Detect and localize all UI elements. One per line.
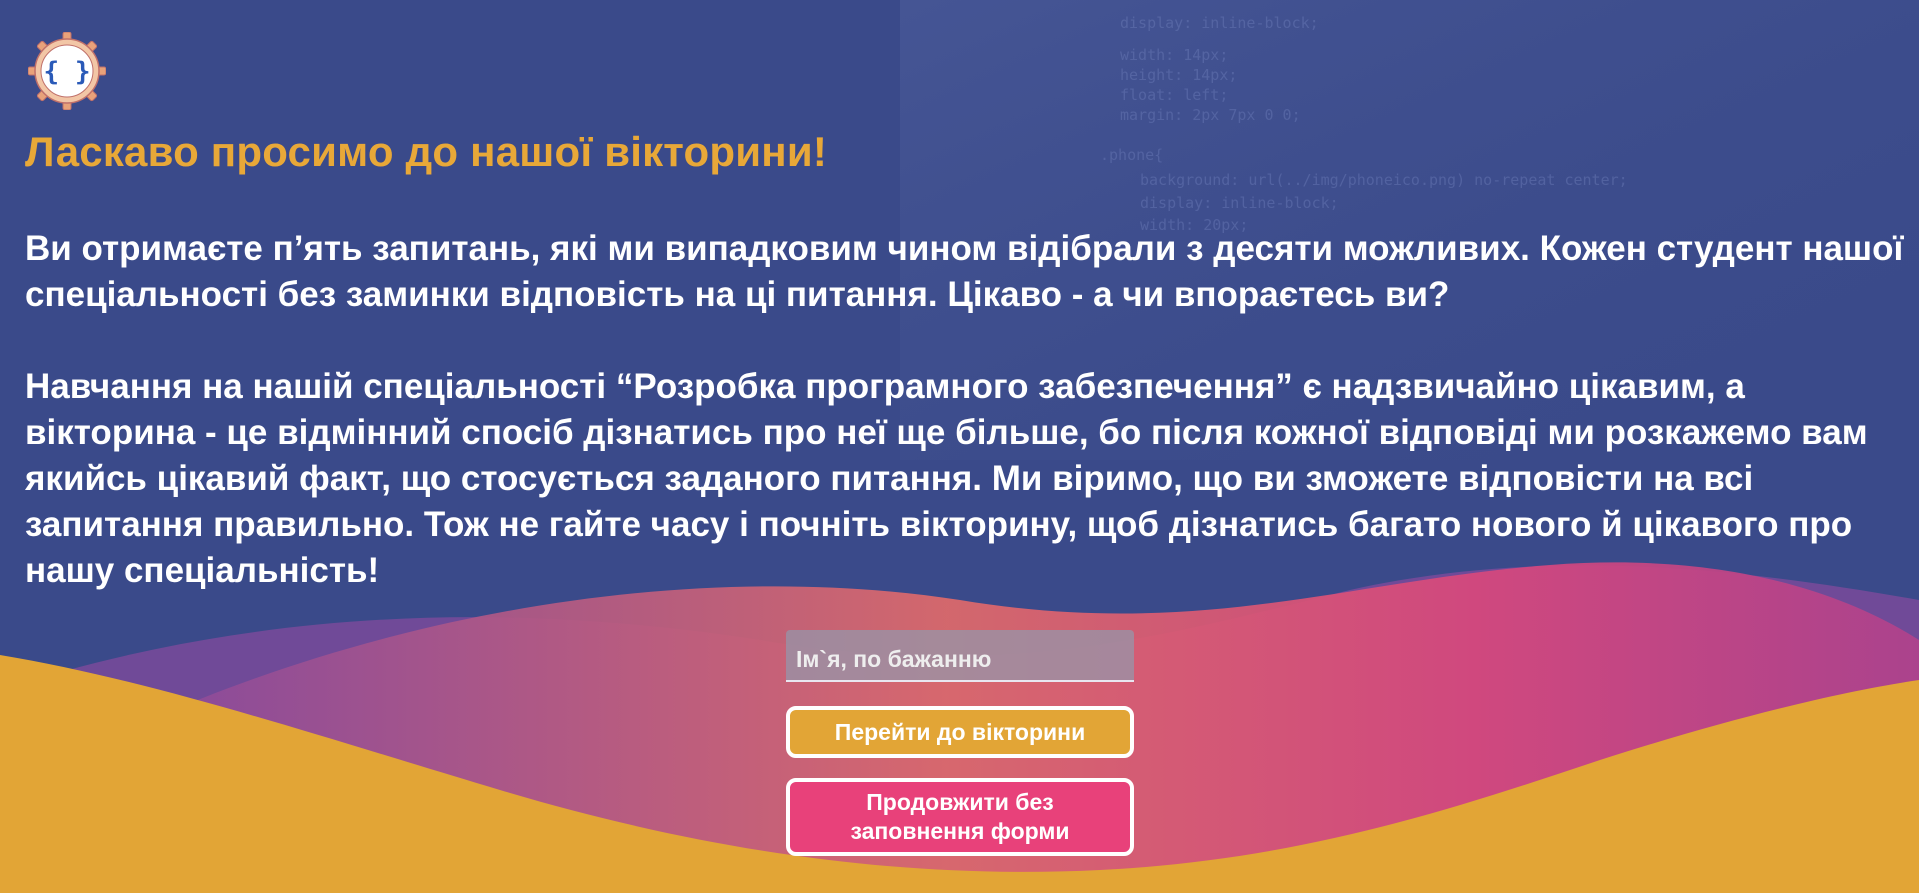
go-to-quiz-button[interactable]: Перейти до вікторини — [786, 706, 1134, 758]
start-form: Перейти до вікторини Продовжити без запо… — [786, 630, 1134, 856]
description-paragraph: Навчання на нашій спеціальності “Розробк… — [25, 367, 1868, 590]
svg-text:width: 14px;: width: 14px; — [1120, 46, 1228, 64]
quiz-welcome-page: display: inline-block; width: 14px; heig… — [0, 0, 1919, 893]
intro-paragraph: Ви отримаєте п’ять запитань, які ми випа… — [25, 229, 1904, 314]
skip-button-label-line2: заповнення форми — [850, 818, 1070, 844]
skip-button-label-line1: Продовжити без — [866, 789, 1054, 815]
svg-text:display: inline-block;: display: inline-block; — [1120, 14, 1319, 32]
continue-without-form-button[interactable]: Продовжити без заповнення форми — [786, 778, 1134, 856]
page-title: Ласкаво просимо до нашої вікторини! — [25, 128, 828, 175]
name-input[interactable] — [786, 630, 1134, 682]
svg-text:display: inline-block;: display: inline-block; — [1140, 194, 1339, 212]
svg-text:margin: 2px 7px 0 0;: margin: 2px 7px 0 0; — [1120, 106, 1301, 124]
svg-text:.phone{: .phone{ — [1100, 146, 1163, 164]
logo-braces: { } — [44, 57, 91, 87]
svg-text:height: 14px;: height: 14px; — [1120, 66, 1237, 84]
svg-text:float: left;: float: left; — [1120, 86, 1228, 104]
college-logo-icon: { } — [28, 32, 106, 110]
svg-text:background: url(../img/phoneic: background: url(../img/phoneico.png) no-… — [1140, 171, 1628, 189]
